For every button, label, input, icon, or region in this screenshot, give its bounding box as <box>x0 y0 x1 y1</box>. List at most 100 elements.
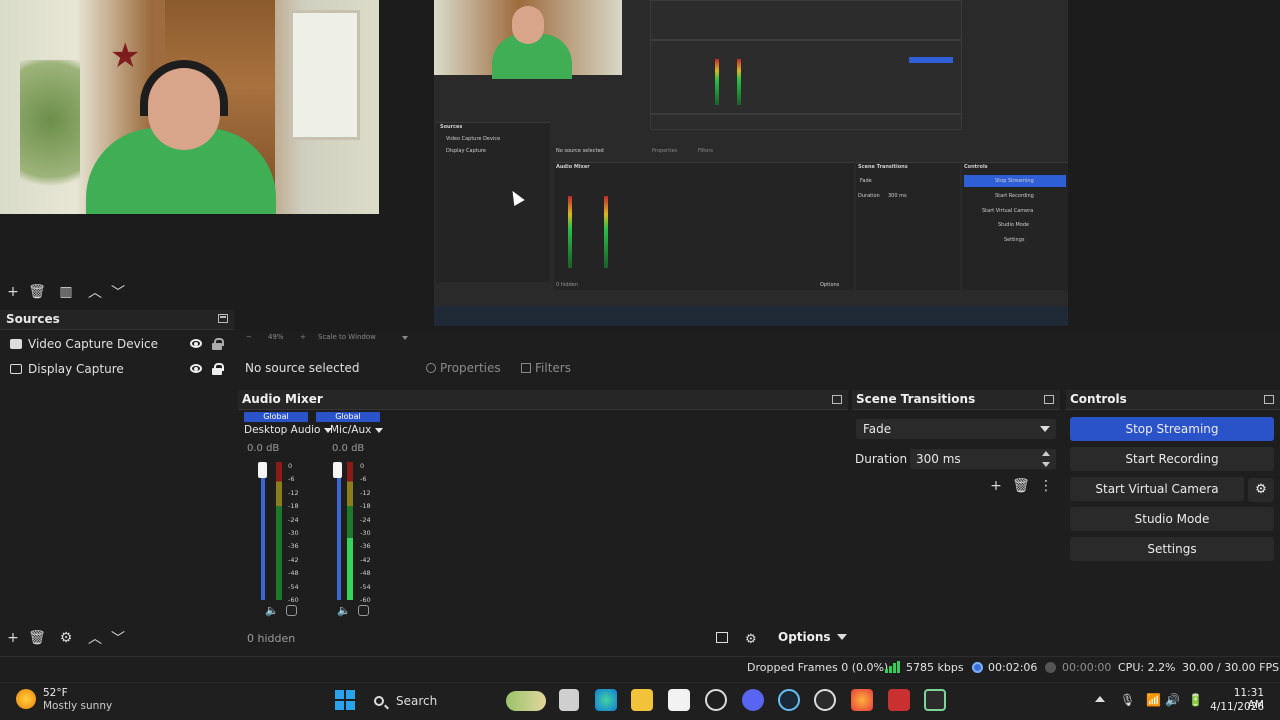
mini-btn-studio: Studio Mode <box>998 222 1030 228</box>
record-time: 00:00:00 <box>1062 661 1112 674</box>
more-options-icon[interactable]: ⋮ <box>1037 477 1055 495</box>
weather-temp[interactable]: 52°F <box>43 687 68 699</box>
channel-settings-icon[interactable] <box>358 605 369 616</box>
properties-button[interactable]: Properties <box>426 359 501 377</box>
options-label: Options <box>778 630 831 644</box>
decrement-icon[interactable] <box>1042 462 1050 467</box>
terminal-icon[interactable] <box>924 689 946 711</box>
eye-icon[interactable] <box>190 364 202 373</box>
volume-slider-thumb[interactable] <box>258 462 267 478</box>
obs-icon[interactable] <box>814 689 836 711</box>
gear-icon[interactable]: ⚙ <box>745 632 757 647</box>
settings-button[interactable]: Settings <box>1070 537 1274 561</box>
meter-ticks: 0 -6 -12 -18 -24 -30 -36 -42 -48 -54 -60 <box>288 462 299 605</box>
steam-icon[interactable] <box>778 689 800 711</box>
source-label: Display Capture <box>28 362 124 376</box>
no-source-label: No source selected <box>245 361 360 375</box>
task-view-icon[interactable] <box>559 689 579 711</box>
source-item-video-capture[interactable]: Video Capture Device <box>0 332 234 356</box>
volume-slider-thumb[interactable] <box>333 462 342 478</box>
discord-icon[interactable] <box>742 689 764 711</box>
controls-header: Controls <box>1066 390 1280 410</box>
bitrate: 5785 kbps <box>906 661 964 674</box>
stop-streaming-button[interactable]: Stop Streaming <box>1070 417 1274 441</box>
edge-browser-icon[interactable] <box>595 689 617 711</box>
move-scene-up-icon[interactable]: ︿ <box>86 283 104 301</box>
zoom-level: 49% <box>268 333 284 341</box>
studio-mode-button[interactable]: Studio Mode <box>1070 507 1274 531</box>
file-explorer-icon[interactable] <box>631 689 653 711</box>
add-transition-icon[interactable]: + <box>987 477 1005 495</box>
battery-icon[interactable]: 🔋 <box>1188 693 1203 707</box>
level-meter <box>347 462 353 600</box>
speaker-icon[interactable]: 🔈 <box>337 604 351 617</box>
add-scene-icon[interactable]: + <box>4 283 22 301</box>
source-item-display-capture[interactable]: Display Capture <box>0 357 234 381</box>
scale-mode-select[interactable]: Scale to Window <box>318 333 376 341</box>
remove-transition-icon[interactable]: 🗑 <box>1012 477 1030 495</box>
cpu-usage: CPU: 2.2% <box>1118 661 1176 674</box>
scene-filters-icon[interactable]: ▥ <box>57 283 75 301</box>
channel-db: 0.0 dB <box>247 443 280 454</box>
firefox-icon[interactable] <box>851 689 873 711</box>
channel-name-select[interactable]: Mic/Aux <box>330 424 384 436</box>
filters-button[interactable]: Filters <box>521 359 571 377</box>
start-virtual-camera-button[interactable]: Start Virtual Camera <box>1070 477 1244 501</box>
clock-date[interactable]: 4/11/2026 <box>1210 701 1264 713</box>
weather-sun-icon[interactable] <box>16 689 36 709</box>
add-source-icon[interactable]: + <box>4 629 22 647</box>
virtual-camera-gear-icon[interactable]: ⚙ <box>1248 478 1274 502</box>
move-source-down-icon[interactable]: ﹀ <box>109 629 127 647</box>
volume-icon[interactable]: 🔊 <box>1165 693 1180 707</box>
undock-icon[interactable] <box>1264 395 1274 404</box>
volume-slider-track[interactable] <box>261 464 265 600</box>
wifi-icon[interactable]: 📶 <box>1146 693 1161 707</box>
options-button[interactable]: Options <box>778 630 847 644</box>
chevron-down-icon <box>1040 426 1050 432</box>
red-app-icon[interactable] <box>888 689 910 711</box>
scene-transitions-title: Scene Transitions <box>856 392 976 406</box>
source-properties-gear-icon[interactable]: ⚙ <box>57 629 75 647</box>
preview-scale-bar: − 49% + Scale to Window <box>234 332 1280 344</box>
remove-scene-icon[interactable]: 🗑 <box>28 283 46 301</box>
mixer-layout-icon[interactable] <box>716 632 728 643</box>
chevron-down-icon <box>836 634 847 640</box>
speaker-icon[interactable]: 🔈 <box>265 604 279 617</box>
mini-taskbar <box>434 306 1068 326</box>
taskbar-search[interactable]: Search <box>366 690 546 712</box>
undock-icon[interactable] <box>832 395 842 404</box>
microphone-icon[interactable]: 🎙 <box>1120 693 1135 707</box>
remove-source-icon[interactable]: 🗑 <box>28 629 46 647</box>
duration-value: 300 ms <box>916 452 961 466</box>
move-scene-down-icon[interactable]: ﹀ <box>109 283 127 301</box>
mini-audio-title: Audio Mixer <box>556 164 590 170</box>
sources-header: Sources <box>0 310 234 330</box>
channel-name-select[interactable]: Desktop Audio <box>244 424 333 436</box>
unlock-icon[interactable] <box>212 338 224 350</box>
duration-spinbox[interactable]: 300 ms <box>910 449 1056 469</box>
mini-controls-title: Controls <box>964 164 988 170</box>
chevron-up-icon[interactable] <box>1095 696 1105 702</box>
store-icon[interactable] <box>668 689 690 711</box>
transition-select[interactable]: Fade <box>856 419 1056 439</box>
weather-condition[interactable]: Mostly sunny <box>43 700 112 712</box>
properties-label: Properties <box>440 361 501 375</box>
eye-icon[interactable] <box>190 339 202 348</box>
app-icon[interactable] <box>705 689 727 711</box>
meter-ticks: 0 -6 -12 -18 -24 -30 -36 -42 -48 -54 -60 <box>360 462 371 605</box>
scenes-toolbar: + 🗑 ▥ ︿ ﹀ <box>0 282 234 302</box>
volume-slider-track[interactable] <box>337 464 341 600</box>
channel-settings-icon[interactable] <box>286 605 297 616</box>
chevron-down-icon[interactable] <box>402 336 408 340</box>
channel-name: Mic/Aux <box>330 424 372 436</box>
windows-start-icon[interactable] <box>335 690 355 710</box>
undock-icon[interactable] <box>1044 395 1054 404</box>
lock-icon[interactable] <box>212 363 224 375</box>
undock-icon[interactable] <box>218 314 228 323</box>
mini-btn-rec: Start Recording <box>995 193 1034 199</box>
move-source-up-icon[interactable]: ︿ <box>86 629 104 647</box>
zoom-in-icon[interactable]: + <box>300 333 306 341</box>
zoom-out-icon[interactable]: − <box>246 333 252 341</box>
increment-icon[interactable] <box>1042 451 1050 456</box>
start-recording-button[interactable]: Start Recording <box>1070 447 1274 471</box>
